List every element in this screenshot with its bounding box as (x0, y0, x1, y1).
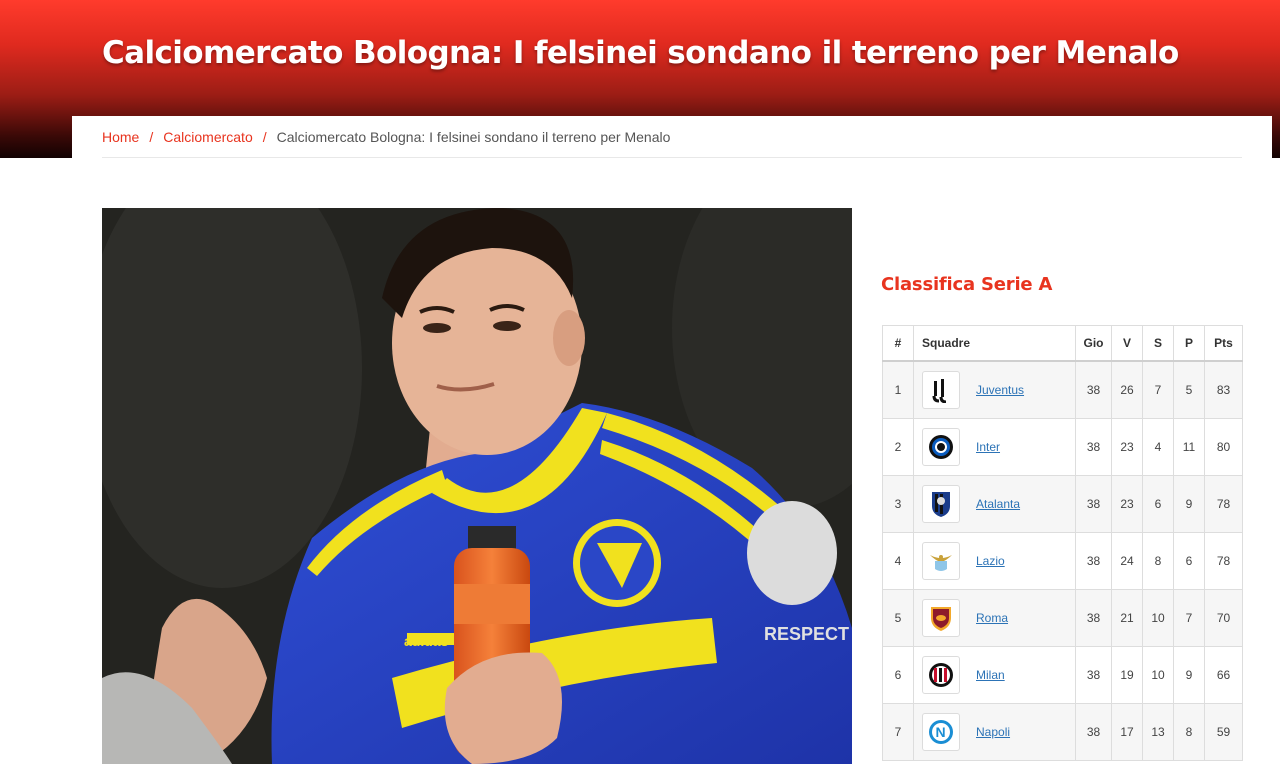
row-lost: 6 (1173, 531, 1205, 590)
row-points: 66 (1204, 645, 1243, 704)
sidebar-title: Classifica Serie A (881, 274, 1053, 295)
row-points: 78 (1204, 474, 1243, 533)
breadcrumb-home-link[interactable]: Home (102, 129, 139, 145)
row-won: 23 (1111, 417, 1143, 476)
row-position: 4 (882, 531, 914, 590)
jersey-brand: adidas (404, 633, 449, 649)
row-position: 5 (882, 588, 914, 647)
col-header-played: Gio (1075, 325, 1112, 362)
atalanta-logo-icon[interactable] (922, 484, 960, 523)
table-row: 7 N Napoli 38 17 13 8 59 (882, 702, 1243, 761)
col-header-position: # (882, 325, 914, 362)
team-link-napoli[interactable]: Napoli (976, 725, 1010, 739)
row-played: 38 (1075, 360, 1112, 419)
row-position: 7 (882, 702, 914, 761)
row-won: 21 (1111, 588, 1143, 647)
row-lost: 7 (1173, 588, 1205, 647)
col-header-won: V (1111, 325, 1143, 362)
breadcrumb-bar: Home / Calciomercato / Calciomercato Bologna… (72, 116, 1272, 158)
row-position: 6 (882, 645, 914, 704)
breadcrumb-divider (102, 157, 1242, 158)
row-drawn: 10 (1142, 645, 1174, 704)
table-row: 4 Lazio 38 24 8 6 78 (882, 531, 1243, 590)
row-lost: 11 (1173, 417, 1205, 476)
table-row: 2 Inter 38 23 4 11 80 (882, 417, 1243, 476)
row-drawn: 7 (1142, 360, 1174, 419)
row-played: 38 (1075, 702, 1112, 761)
row-position: 3 (882, 474, 914, 533)
breadcrumb-separator: / (149, 129, 154, 145)
table-row: 6 Milan 38 19 10 9 66 (882, 645, 1243, 704)
row-played: 38 (1075, 645, 1112, 704)
juventus-logo-icon[interactable] (922, 370, 960, 409)
row-drawn: 8 (1142, 531, 1174, 590)
row-won: 26 (1111, 360, 1143, 419)
team-link-juventus[interactable]: Juventus (976, 383, 1024, 397)
team-link-atalanta[interactable]: Atalanta (976, 497, 1020, 511)
row-lost: 9 (1173, 645, 1205, 704)
team-link-lazio[interactable]: Lazio (976, 554, 1005, 568)
row-points: 83 (1204, 360, 1243, 419)
row-won: 19 (1111, 645, 1143, 704)
lazio-logo-icon[interactable] (922, 541, 960, 580)
row-position: 2 (882, 417, 914, 476)
col-header-points: Pts (1204, 325, 1243, 362)
row-points: 59 (1204, 702, 1243, 761)
row-points: 78 (1204, 531, 1243, 590)
col-header-drawn: S (1142, 325, 1174, 362)
roma-logo-icon[interactable] (922, 598, 960, 637)
row-played: 38 (1075, 531, 1112, 590)
row-lost: 5 (1173, 360, 1205, 419)
row-points: 70 (1204, 588, 1243, 647)
row-won: 23 (1111, 474, 1143, 533)
row-drawn: 4 (1142, 417, 1174, 476)
row-played: 38 (1075, 588, 1112, 647)
inter-logo-icon[interactable] (922, 427, 960, 466)
milan-logo-icon[interactable] (922, 655, 960, 694)
svg-text:N: N (936, 724, 946, 740)
team-link-inter[interactable]: Inter (976, 440, 1000, 454)
row-drawn: 10 (1142, 588, 1174, 647)
row-won: 24 (1111, 531, 1143, 590)
col-header-team: Squadre (913, 325, 1076, 362)
table-row: 5 Roma 38 21 10 7 70 (882, 588, 1243, 647)
row-drawn: 6 (1142, 474, 1174, 533)
row-won: 17 (1111, 702, 1143, 761)
breadcrumb-separator: / (262, 129, 267, 145)
team-link-milan[interactable]: Milan (976, 668, 1005, 682)
table-row: 1 Juventus 38 26 7 5 83 (882, 360, 1243, 419)
row-points: 80 (1204, 417, 1243, 476)
breadcrumb-category-link[interactable]: Calciomercato (163, 129, 252, 145)
row-lost: 9 (1173, 474, 1205, 533)
col-header-lost: P (1173, 325, 1205, 362)
napoli-logo-icon[interactable]: N (922, 712, 960, 751)
row-drawn: 13 (1142, 702, 1174, 761)
breadcrumb-current: Calciomercato Bologna: I felsinei sondan… (276, 129, 671, 145)
sleeve-text: RESPECT (764, 624, 849, 644)
row-lost: 8 (1173, 702, 1205, 761)
page-title: Calciomercato Bologna: I felsinei sondan… (102, 35, 1179, 71)
player-illustration: RESPECT adidas (102, 208, 852, 764)
standings-header-row: # Squadre Gio V S P Pts (882, 325, 1243, 362)
row-position: 1 (882, 360, 914, 419)
table-row: 3 Atalanta 38 23 6 9 78 (882, 474, 1243, 533)
row-played: 38 (1075, 417, 1112, 476)
row-played: 38 (1075, 474, 1112, 533)
team-link-roma[interactable]: Roma (976, 611, 1008, 625)
breadcrumb: Home / Calciomercato / Calciomercato Bologna… (102, 128, 670, 146)
standings-table: # Squadre Gio V S P Pts 1 Juventus 38 26… (882, 325, 1243, 761)
article-image[interactable]: RESPECT adidas (102, 208, 852, 764)
